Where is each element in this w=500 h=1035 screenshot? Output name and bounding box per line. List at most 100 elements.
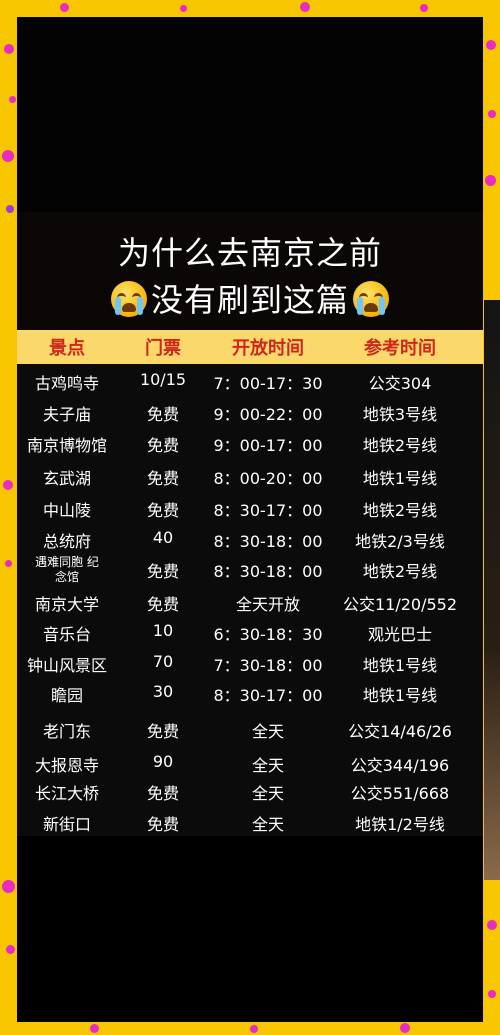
title-line-2: 没有刷到这篇	[17, 275, 483, 321]
loudly-crying-face-icon	[110, 281, 147, 317]
decorative-dot	[2, 880, 15, 893]
cell-transport: 地铁1号线	[362, 469, 438, 488]
cell-attraction: 音乐台	[42, 625, 91, 644]
title-text-2: 没有刷到这篇	[150, 281, 349, 319]
cell-ticket: 免费	[146, 815, 179, 834]
cell-attraction: 钟山风景区	[26, 656, 107, 675]
decorative-dot	[488, 110, 496, 118]
decorative-dot	[485, 175, 496, 186]
header-transport: 参考时间	[364, 338, 436, 359]
decorative-dot	[9, 96, 16, 103]
decorative-dot	[6, 945, 15, 954]
cell-hours: 全天开放	[235, 595, 300, 614]
cell-attraction: 中山陵	[42, 501, 91, 520]
cell-hours: 6：30-18：30	[213, 625, 323, 644]
title-area: 为什么去南京之前 没有刷到这篇	[17, 212, 483, 330]
table-row: 音乐台 10 6：30-18：30 观光巴士	[17, 621, 483, 651]
cell-ticket: 30	[152, 682, 174, 701]
decorative-dot	[60, 3, 69, 12]
title-text-1: 为什么去南京之前	[117, 234, 382, 272]
decorative-dot	[250, 1025, 258, 1033]
bottom-blank-area	[17, 836, 483, 1022]
cell-hours: 8：00-20：00	[213, 469, 323, 488]
table-row: 遇难同胞 纪念馆 免费 8：30-18：00 地铁2号线	[17, 555, 483, 588]
table-row: 中山陵 免费 8：30-17：00 地铁2号线	[17, 497, 483, 527]
decorative-dot	[3, 480, 13, 490]
cell-hours: 8：30-18：00	[213, 532, 323, 551]
attractions-table: 古鸡鸣寺 10/15 7：00-17：30 公交304 夫子庙 免费 9：00-…	[17, 364, 483, 836]
cell-hours: 全天	[251, 815, 284, 834]
cell-hours: 7：00-17：30	[213, 374, 323, 393]
cell-transport: 地铁2号线	[362, 501, 438, 520]
cell-transport: 地铁1/2号线	[355, 815, 445, 834]
cell-hours: 7：30-18：00	[213, 656, 323, 675]
cell-attraction: 夫子庙	[42, 405, 91, 424]
cell-attraction: 老门东	[42, 722, 91, 741]
header-ticket: 门票	[145, 338, 181, 359]
decorative-dot	[400, 1023, 410, 1033]
cell-ticket: 免费	[146, 469, 179, 488]
table-header: 景点 门票 开放时间 参考时间	[17, 330, 483, 364]
table-row: 古鸡鸣寺 10/15 7：00-17：30 公交304	[17, 370, 483, 400]
cell-transport: 公交304	[368, 374, 432, 393]
cell-ticket: 免费	[146, 405, 179, 424]
cell-ticket: 70	[152, 652, 174, 671]
cell-hours: 9：00-22：00	[213, 405, 323, 424]
cell-transport: 地铁3号线	[362, 405, 438, 424]
cell-attraction: 新街口	[42, 815, 91, 834]
cell-ticket: 免费	[146, 595, 179, 614]
cell-attraction: 长江大桥	[34, 784, 99, 803]
decorative-dot	[4, 44, 14, 54]
cell-transport: 公交551/668	[350, 784, 450, 803]
cell-transport: 地铁2号线	[362, 562, 438, 581]
table-row: 南京大学 免费 全天开放 公交11/20/552	[17, 591, 483, 621]
background-person-photo	[484, 300, 500, 880]
cell-transport: 地铁2/3号线	[355, 532, 445, 551]
title-line-1: 为什么去南京之前	[17, 228, 483, 274]
cell-hours: 全天	[251, 784, 284, 803]
table-row: 玄武湖 免费 8：00-20：00 地铁1号线	[17, 465, 483, 495]
cell-hours: 全天	[251, 756, 284, 775]
cell-transport: 公交14/46/26	[348, 722, 452, 741]
cell-hours: 8：30-17：00	[213, 501, 323, 520]
decorative-dot	[488, 990, 496, 998]
table-row: 瞻园 30 8：30-17：00 地铁1号线	[17, 682, 483, 712]
table-row: 钟山风景区 70 7：30-18：00 地铁1号线	[17, 652, 483, 682]
cell-ticket: 90	[152, 752, 174, 771]
cell-ticket: 免费	[146, 501, 179, 520]
cell-transport: 观光巴士	[367, 625, 432, 644]
decorative-dot	[2, 150, 14, 162]
cell-hours: 9：00-17：00	[213, 436, 323, 455]
cell-hours: 8：30-17：00	[213, 686, 323, 705]
decorative-dot	[6, 205, 14, 213]
decorative-dot	[180, 5, 187, 12]
cell-ticket: 免费	[146, 562, 179, 581]
header-hours: 开放时间	[232, 338, 304, 359]
table-row: 老门东 免费 全天 公交14/46/26	[17, 718, 483, 748]
loudly-crying-face-icon	[353, 281, 389, 317]
cell-transport: 公交344/196	[350, 756, 450, 775]
cell-ticket: 10/15	[139, 370, 187, 389]
cell-attraction: 瞻园	[50, 686, 83, 705]
table-row: 夫子庙 免费 9：00-22：00 地铁3号线	[17, 401, 483, 431]
decorative-dot	[5, 560, 12, 567]
cell-ticket: 40	[152, 528, 174, 547]
cell-ticket: 10	[152, 621, 174, 640]
cell-attraction: 玄武湖	[42, 469, 91, 488]
decorative-dot	[486, 40, 496, 50]
table-row: 大报恩寺 90 全天 公交344/196	[17, 752, 483, 782]
cell-transport: 地铁1号线	[362, 686, 438, 705]
table-row: 南京博物馆 免费 9：00-17：00 地铁2号线	[17, 432, 483, 462]
cell-hours: 8：30-18：00	[213, 562, 323, 581]
decorative-dot	[90, 1024, 99, 1033]
cell-transport: 地铁1号线	[362, 656, 438, 675]
table-row: 长江大桥 免费 全天 公交551/668	[17, 780, 483, 810]
cell-attraction: 南京大学	[34, 595, 99, 614]
cell-attraction: 古鸡鸣寺	[34, 374, 99, 393]
cell-attraction: 总统府	[42, 532, 91, 551]
cell-ticket: 免费	[146, 784, 179, 803]
decorative-dot	[487, 920, 497, 930]
cell-transport: 地铁2号线	[362, 436, 438, 455]
cell-ticket: 免费	[146, 436, 179, 455]
cell-ticket: 免费	[146, 722, 179, 741]
